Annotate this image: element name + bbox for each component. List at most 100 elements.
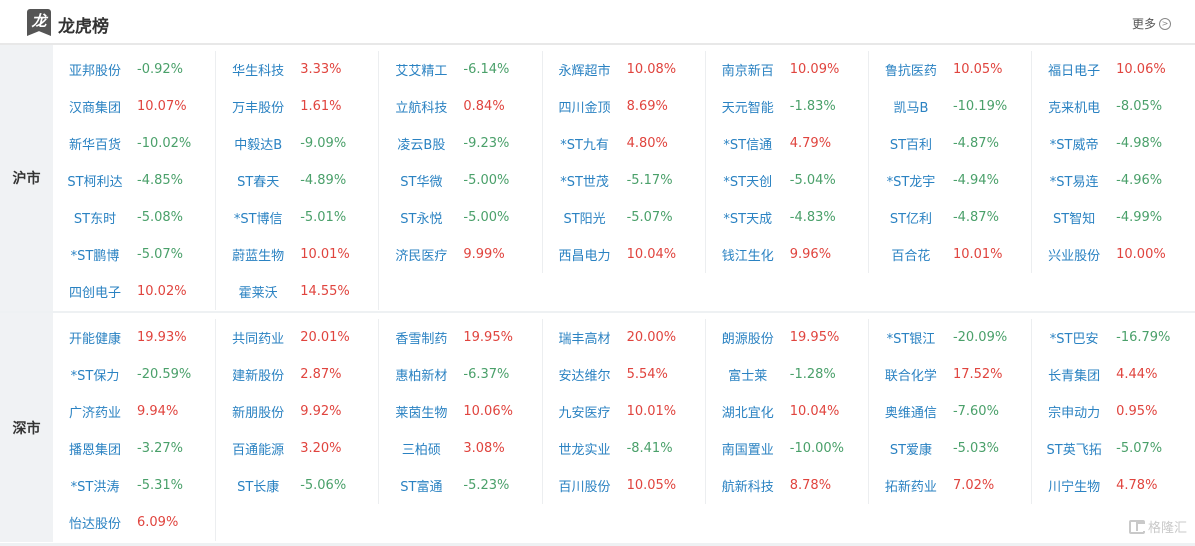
stock-item[interactable]: 百合花 10.01% (869, 236, 1033, 273)
stock-item[interactable]: *ST易连 -4.96% (1032, 162, 1195, 199)
stock-name[interactable]: 福日电子 (1032, 60, 1116, 79)
stock-name[interactable]: 四川金顶 (543, 97, 627, 116)
stock-item[interactable]: 华生科技 3.33% (216, 51, 380, 88)
stock-item[interactable]: 朗源股份 19.95% (706, 319, 869, 356)
stock-name[interactable]: 新华百货 (53, 134, 137, 153)
stock-name[interactable]: ST阳光 (543, 208, 627, 227)
stock-item[interactable]: 福日电子 10.06% (1032, 51, 1195, 88)
stock-name[interactable]: *ST巴安 (1032, 328, 1116, 347)
stock-name[interactable]: *ST洪涛 (53, 476, 137, 495)
stock-item[interactable]: 惠柏新材 -6.37% (379, 356, 543, 393)
stock-item[interactable]: ST亿利 -4.87% (869, 199, 1033, 236)
stock-name[interactable]: *ST博信 (216, 208, 300, 227)
stock-item[interactable]: 立航科技 0.84% (379, 88, 543, 125)
stock-item[interactable]: *ST鹏博 -5.07% (53, 236, 217, 273)
stock-name[interactable]: *ST龙宇 (869, 171, 953, 190)
stock-name[interactable]: 立航科技 (379, 97, 463, 116)
stock-name[interactable]: *ST世茂 (543, 171, 627, 190)
stock-item[interactable]: ST柯利达 -4.85% (53, 162, 217, 199)
stock-name[interactable]: ST永悦 (379, 208, 463, 227)
stock-item[interactable]: 新华百货 -10.02% (53, 125, 217, 162)
stock-item[interactable]: 南国置业 -10.00% (706, 430, 869, 467)
stock-name[interactable]: 百合花 (869, 245, 953, 264)
stock-item[interactable]: 兴业股份 10.00% (1032, 236, 1195, 273)
stock-name[interactable]: 建新股份 (216, 365, 300, 384)
stock-name[interactable]: 亚邦股份 (53, 60, 137, 79)
stock-name[interactable]: 中毅达B (216, 134, 300, 153)
stock-item[interactable]: ST英飞拓 -5.07% (1032, 430, 1195, 467)
stock-name[interactable]: 惠柏新材 (379, 365, 463, 384)
stock-name[interactable]: 兴业股份 (1032, 245, 1116, 264)
stock-item[interactable]: 世龙实业 -8.41% (543, 430, 706, 467)
stock-name[interactable]: 开能健康 (53, 328, 137, 347)
stock-name[interactable]: 播恩集团 (53, 439, 137, 458)
stock-name[interactable]: *ST易连 (1032, 171, 1116, 190)
stock-item[interactable]: 拓新药业 7.02% (869, 467, 1033, 504)
stock-name[interactable]: 宗申动力 (1032, 402, 1116, 421)
stock-item[interactable]: 湖北宜化 10.04% (706, 393, 869, 430)
stock-name[interactable]: ST春天 (216, 171, 300, 190)
stock-name[interactable]: 三柏硕 (379, 439, 463, 458)
stock-name[interactable]: 奥维通信 (869, 402, 953, 421)
stock-item[interactable]: 汉商集团 10.07% (53, 88, 217, 125)
stock-item[interactable]: *ST世茂 -5.17% (543, 162, 706, 199)
stock-item[interactable]: 建新股份 2.87% (216, 356, 380, 393)
stock-item[interactable]: 亚邦股份 -0.92% (53, 51, 217, 88)
stock-item[interactable]: 四创电子 10.02% (53, 273, 217, 310)
stock-name[interactable]: 怡达股份 (53, 513, 137, 532)
stock-name[interactable]: 瑞丰高材 (543, 328, 627, 347)
stock-item[interactable]: ST阳光 -5.07% (543, 199, 706, 236)
stock-item[interactable]: 富士莱 -1.28% (706, 356, 869, 393)
stock-name[interactable]: ST英飞拓 (1032, 439, 1116, 458)
stock-name[interactable]: 凌云B股 (379, 134, 463, 153)
stock-name[interactable]: 百通能源 (216, 439, 300, 458)
stock-name[interactable]: 南京新百 (706, 60, 790, 79)
stock-item[interactable]: ST春天 -4.89% (216, 162, 380, 199)
stock-name[interactable]: 航新科技 (706, 476, 790, 495)
stock-item[interactable]: 航新科技 8.78% (706, 467, 869, 504)
stock-name[interactable]: 富士莱 (706, 365, 790, 384)
stock-item[interactable]: 香雪制药 19.95% (379, 319, 543, 356)
stock-name[interactable]: 蔚蓝生物 (216, 245, 300, 264)
stock-name[interactable]: ST百利 (869, 134, 953, 153)
stock-item[interactable]: ST东时 -5.08% (53, 199, 217, 236)
stock-name[interactable]: 百川股份 (543, 476, 627, 495)
stock-name[interactable]: 凯马B (869, 97, 953, 116)
stock-name[interactable]: 川宁生物 (1032, 476, 1116, 495)
stock-item[interactable]: 播恩集团 -3.27% (53, 430, 217, 467)
stock-name[interactable]: *ST鹏博 (53, 245, 137, 264)
stock-name[interactable]: 天元智能 (706, 97, 790, 116)
stock-name[interactable]: 香雪制药 (379, 328, 463, 347)
stock-item[interactable]: 四川金顶 8.69% (543, 88, 706, 125)
stock-item[interactable]: 新朋股份 9.92% (216, 393, 380, 430)
stock-item[interactable]: 百川股份 10.05% (543, 467, 706, 504)
stock-item[interactable]: 天元智能 -1.83% (706, 88, 869, 125)
stock-item[interactable]: 川宁生物 4.78% (1032, 467, 1195, 504)
stock-name[interactable]: 安达维尔 (543, 365, 627, 384)
stock-name[interactable]: 莱茵生物 (379, 402, 463, 421)
stock-item[interactable]: 中毅达B -9.09% (216, 125, 380, 162)
stock-item[interactable]: 怡达股份 6.09% (53, 504, 217, 541)
stock-item[interactable]: 万丰股份 1.61% (216, 88, 380, 125)
stock-name[interactable]: 共同药业 (216, 328, 300, 347)
stock-name[interactable]: *ST九有 (543, 134, 627, 153)
stock-name[interactable]: *ST银江 (869, 328, 953, 347)
stock-name[interactable]: 西昌电力 (543, 245, 627, 264)
stock-name[interactable]: 长青集团 (1032, 365, 1116, 384)
stock-item[interactable]: 济民医疗 9.99% (379, 236, 543, 273)
stock-name[interactable]: ST亿利 (869, 208, 953, 227)
stock-name[interactable]: 鲁抗医药 (869, 60, 953, 79)
stock-item[interactable]: ST长康 -5.06% (216, 467, 380, 504)
stock-item[interactable]: 九安医疗 10.01% (543, 393, 706, 430)
stock-name[interactable]: ST柯利达 (53, 171, 137, 190)
stock-item[interactable]: 三柏硕 3.08% (379, 430, 543, 467)
stock-item[interactable]: *ST威帝 -4.98% (1032, 125, 1195, 162)
stock-name[interactable]: 南国置业 (706, 439, 790, 458)
stock-item[interactable]: 南京新百 10.09% (706, 51, 869, 88)
stock-item[interactable]: ST智知 -4.99% (1032, 199, 1195, 236)
stock-name[interactable]: ST华微 (379, 171, 463, 190)
stock-item[interactable]: ST富通 -5.23% (379, 467, 543, 504)
stock-name[interactable]: ST爱康 (869, 439, 953, 458)
stock-name[interactable]: 济民医疗 (379, 245, 463, 264)
stock-item[interactable]: 蔚蓝生物 10.01% (216, 236, 380, 273)
